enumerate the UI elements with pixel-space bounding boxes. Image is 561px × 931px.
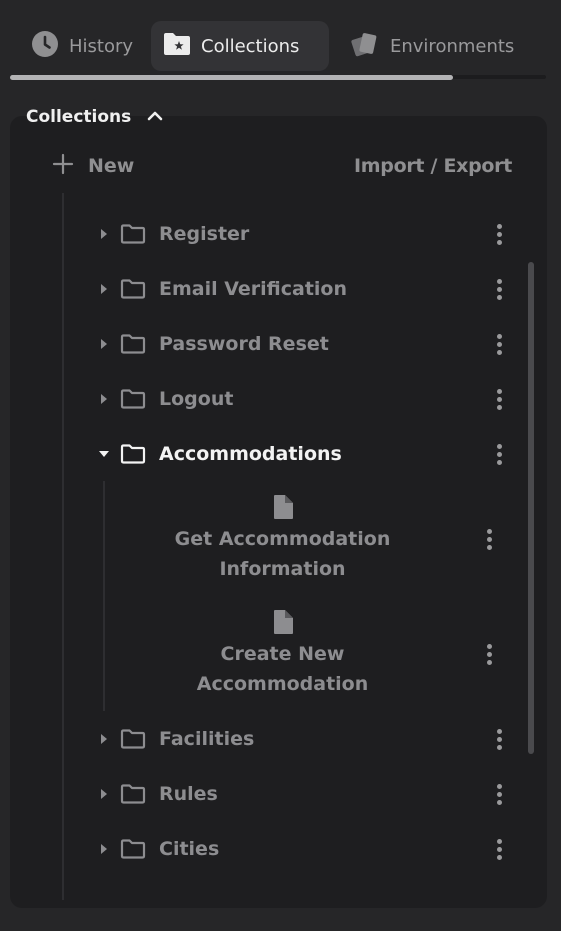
import-export-button[interactable]: Import / Export [354,155,512,177]
more-options-icon[interactable] [482,519,496,559]
more-options-icon[interactable] [492,719,506,759]
tree-guide-line [62,193,64,900]
caret-right-icon[interactable] [96,228,112,240]
folder-label: Cities [159,838,220,860]
caret-right-icon[interactable] [96,843,112,855]
folder-row[interactable]: Email Verification [96,269,506,309]
folder-label: Rules [159,783,218,805]
file-icon [272,609,294,637]
caret-right-icon[interactable] [96,733,112,745]
clock-icon [31,30,59,63]
request-label-line1: Create New [220,643,345,665]
tab-history[interactable]: History [19,21,145,71]
caret-right-icon[interactable] [96,338,112,350]
request-item[interactable]: Get Accommodation Information [160,494,405,584]
folder-icon [120,334,146,354]
folder-label: Email Verification [159,278,348,300]
folder-row[interactable]: Password Reset [96,324,506,364]
caret-right-icon[interactable] [96,393,112,405]
folder-row-open[interactable]: Accommodations [96,434,506,474]
folder-icon [120,389,146,409]
folder-label: Accommodations [159,443,342,465]
more-options-icon[interactable] [492,379,506,419]
tab-label: Environments [390,35,515,57]
caret-down-icon[interactable] [96,450,112,458]
more-options-icon[interactable] [492,774,506,814]
folder-icon [120,444,146,464]
request-label-line1: Get Accommodation [174,528,391,550]
layers-icon [350,30,380,63]
caret-right-icon[interactable] [96,283,112,295]
tab-label: History [69,35,134,57]
more-options-icon[interactable] [492,214,506,254]
folder-row[interactable]: Logout [96,379,506,419]
folder-label: Logout [159,388,234,410]
new-label: New [88,155,135,177]
folder-row[interactable]: Register [96,214,506,254]
more-options-icon[interactable] [492,829,506,869]
folder-icon [120,784,146,804]
tab-collections[interactable]: Collections [151,21,329,71]
tab-environments[interactable]: Environments [338,21,526,71]
folder-label: Facilities [159,728,255,750]
file-icon [272,494,294,522]
subtree-guide-line [103,481,105,711]
folder-icon [120,279,146,299]
more-options-icon[interactable] [492,434,506,474]
plus-icon [52,153,74,180]
sidebar-tabs: History Collections Environments [0,0,561,90]
folder-label: Password Reset [159,333,329,355]
request-item[interactable]: Create New Accommodation [160,609,405,699]
scrollbar-thumb[interactable] [528,262,534,754]
chevron-up-icon[interactable] [147,107,163,127]
panel-title: Collections [26,107,132,127]
tab-indicator [10,75,453,80]
collections-header[interactable]: Collections [26,104,163,130]
folder-icon [120,224,146,244]
request-label-line2: Information [219,558,346,580]
new-collection-button[interactable]: New [52,153,134,180]
folder-row[interactable]: Cities [96,829,506,869]
tab-label: Collections [201,35,300,57]
folder-row-partial[interactable] [96,893,506,901]
more-options-icon[interactable] [492,269,506,309]
collections-toolbar: New Import / Export [52,150,512,182]
folder-row[interactable]: Facilities [96,719,506,759]
request-label-line2: Accommodation [196,673,369,695]
folder-icon [120,729,146,749]
more-options-icon[interactable] [492,324,506,364]
caret-right-icon[interactable] [96,788,112,800]
folder-row[interactable]: Rules [96,774,506,814]
folder-label: Register [159,223,250,245]
folder-star-icon [163,32,191,61]
more-options-icon[interactable] [482,634,496,674]
folder-icon [120,839,146,859]
